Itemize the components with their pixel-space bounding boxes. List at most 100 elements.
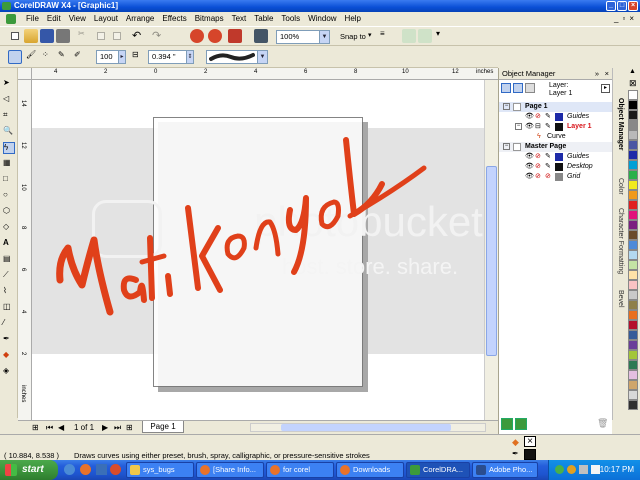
paste-icon[interactable] — [110, 29, 124, 43]
outline-color-indicator[interactable] — [524, 449, 536, 460]
add-page-icon[interactable]: ⊞ — [32, 423, 39, 432]
basic-shapes-tool-icon[interactable]: ◇ — [3, 222, 15, 234]
tree-node-grid[interactable]: 👁 ⊘ ⊘ Grid — [499, 172, 613, 182]
print-toggle-icon[interactable]: ⊘ — [535, 172, 541, 182]
layer-manager-view-icon[interactable] — [525, 83, 535, 93]
menu-view[interactable]: View — [65, 12, 90, 26]
stroke-width-icon[interactable]: ⊟ — [132, 50, 146, 64]
menu-arrange[interactable]: Arrange — [122, 12, 158, 26]
color-swatch[interactable] — [628, 390, 638, 400]
color-swatch[interactable] — [628, 150, 638, 160]
spinner-icon[interactable]: ⇕ — [186, 51, 193, 63]
zoom-tool-icon[interactable]: 🔍 — [3, 126, 15, 138]
color-swatch[interactable] — [628, 360, 638, 370]
export-icon[interactable] — [208, 29, 222, 43]
color-swatch[interactable] — [628, 190, 638, 200]
color-swatch[interactable] — [628, 260, 638, 270]
tab-character-formatting[interactable]: Character Formatting — [614, 208, 626, 274]
document-icon[interactable] — [6, 14, 16, 24]
artistic-curve[interactable] — [32, 80, 484, 420]
application-launcher-icon[interactable] — [228, 29, 242, 43]
task-adobe-photoshop[interactable]: Adobe Pho... — [472, 462, 538, 478]
color-swatch[interactable] — [628, 220, 638, 230]
tree-node-curve[interactable]: ϟ Curve — [499, 132, 613, 142]
stroke-width-field[interactable]: 0.394 " ⇕ — [148, 50, 194, 64]
drawing-canvas[interactable]: photobucket host. store. share. — [32, 80, 484, 420]
new-document-icon[interactable] — [8, 29, 22, 43]
undo-icon[interactable]: ↶ — [132, 29, 146, 43]
color-swatch[interactable] — [628, 90, 638, 100]
desktop-icon[interactable] — [96, 464, 107, 475]
fill-tool-icon[interactable]: ◆ — [3, 350, 15, 362]
ellipse-tool-icon[interactable]: ○ — [3, 190, 15, 202]
show-properties-icon[interactable] — [501, 83, 511, 93]
menu-layout[interactable]: Layout — [90, 12, 122, 26]
distribute-icon[interactable] — [418, 29, 432, 43]
eyedropper-tool-icon[interactable]: ⁄ — [3, 318, 15, 330]
snap-to-dropdown[interactable]: Snap to — [340, 32, 366, 41]
color-swatch[interactable] — [628, 180, 638, 190]
color-swatch[interactable] — [628, 320, 638, 330]
tray-status-icon[interactable] — [555, 465, 564, 474]
open-folder-icon[interactable] — [24, 29, 38, 43]
color-swatch[interactable] — [628, 310, 638, 320]
eye-icon[interactable]: 👁 — [525, 122, 534, 132]
print-toggle-icon[interactable]: ⊘ — [535, 162, 541, 172]
task-for-corel[interactable]: for corel — [266, 462, 334, 478]
rectangle-tool-icon[interactable]: □ — [3, 174, 15, 186]
tab-object-manager[interactable]: Object Manager — [614, 98, 626, 151]
color-swatch[interactable] — [628, 250, 638, 260]
color-swatch[interactable] — [628, 210, 638, 220]
horizontal-scrollbar[interactable] — [250, 423, 486, 432]
tree-node-desktop[interactable]: 👁 ⊘ ✎ Desktop — [499, 162, 613, 172]
vertical-ruler[interactable]: 14 12 10 8 6 4 2 inches — [18, 80, 32, 420]
color-swatch[interactable] — [628, 350, 638, 360]
minimize-button[interactable]: _ — [606, 1, 616, 11]
tree-node-layer-1[interactable]: − 👁 ⊟ ✎ Layer 1 — [499, 122, 613, 132]
doc-close-button[interactable]: × — [629, 14, 634, 23]
new-master-layer-icon[interactable] — [515, 418, 527, 430]
edit-toggle-icon[interactable]: ✎ — [545, 112, 551, 122]
save-icon[interactable] — [40, 29, 54, 43]
freehand-smoothing-field[interactable]: 100 ▸ — [96, 50, 126, 64]
tree-node-guides[interactable]: 👁 ⊘ ✎ Guides — [499, 112, 613, 122]
edit-toggle-icon[interactable]: ✎ — [545, 162, 551, 172]
trash-icon[interactable]: 🗑 — [597, 418, 609, 430]
color-swatch[interactable] — [628, 200, 638, 210]
menu-text[interactable]: Text — [228, 12, 251, 26]
color-swatch[interactable] — [628, 230, 638, 240]
eye-icon[interactable]: 👁 — [525, 172, 534, 182]
color-swatch[interactable] — [628, 160, 638, 170]
edit-toggle-icon[interactable]: ✎ — [545, 152, 551, 162]
menu-tools[interactable]: Tools — [277, 12, 304, 26]
preset-mode-icon[interactable] — [8, 50, 22, 64]
maximize-button[interactable]: □ — [617, 1, 627, 11]
fill-color-indicator[interactable]: × — [524, 436, 536, 447]
color-swatch[interactable] — [628, 100, 638, 110]
color-swatch[interactable] — [628, 170, 638, 180]
add-page-after-icon[interactable]: ⊞ — [126, 423, 133, 432]
print-toggle-icon[interactable]: ⊟ — [535, 122, 541, 132]
color-swatch[interactable] — [628, 330, 638, 340]
align-icon[interactable] — [402, 29, 416, 43]
table-tool-icon[interactable]: ▤ — [3, 254, 15, 266]
vertical-scrollbar[interactable] — [484, 80, 498, 420]
welcome-screen-icon[interactable] — [254, 29, 268, 43]
color-swatch[interactable] — [628, 290, 638, 300]
color-swatch[interactable] — [628, 120, 638, 130]
previous-page-icon[interactable]: ◀ — [58, 423, 64, 432]
color-swatch[interactable] — [628, 270, 638, 280]
color-swatch[interactable] — [628, 280, 638, 290]
show-object-properties-icon[interactable] — [513, 83, 523, 93]
color-swatch[interactable] — [628, 370, 638, 380]
shape-tool-icon[interactable]: ◁ — [3, 94, 15, 106]
menu-table[interactable]: Table — [250, 12, 277, 26]
zoom-level-field[interactable]: 100% ▼ — [276, 30, 330, 44]
redo-icon[interactable]: ↷ — [152, 29, 166, 43]
import-icon[interactable] — [190, 29, 204, 43]
task-sys-bugs[interactable]: sys_bugs — [126, 462, 194, 478]
expand-docker-icon[interactable]: » — [595, 68, 599, 80]
menu-bitmaps[interactable]: Bitmaps — [191, 12, 228, 26]
chevron-down-icon[interactable]: ▼ — [319, 31, 329, 43]
tray-update-icon[interactable] — [567, 465, 576, 474]
